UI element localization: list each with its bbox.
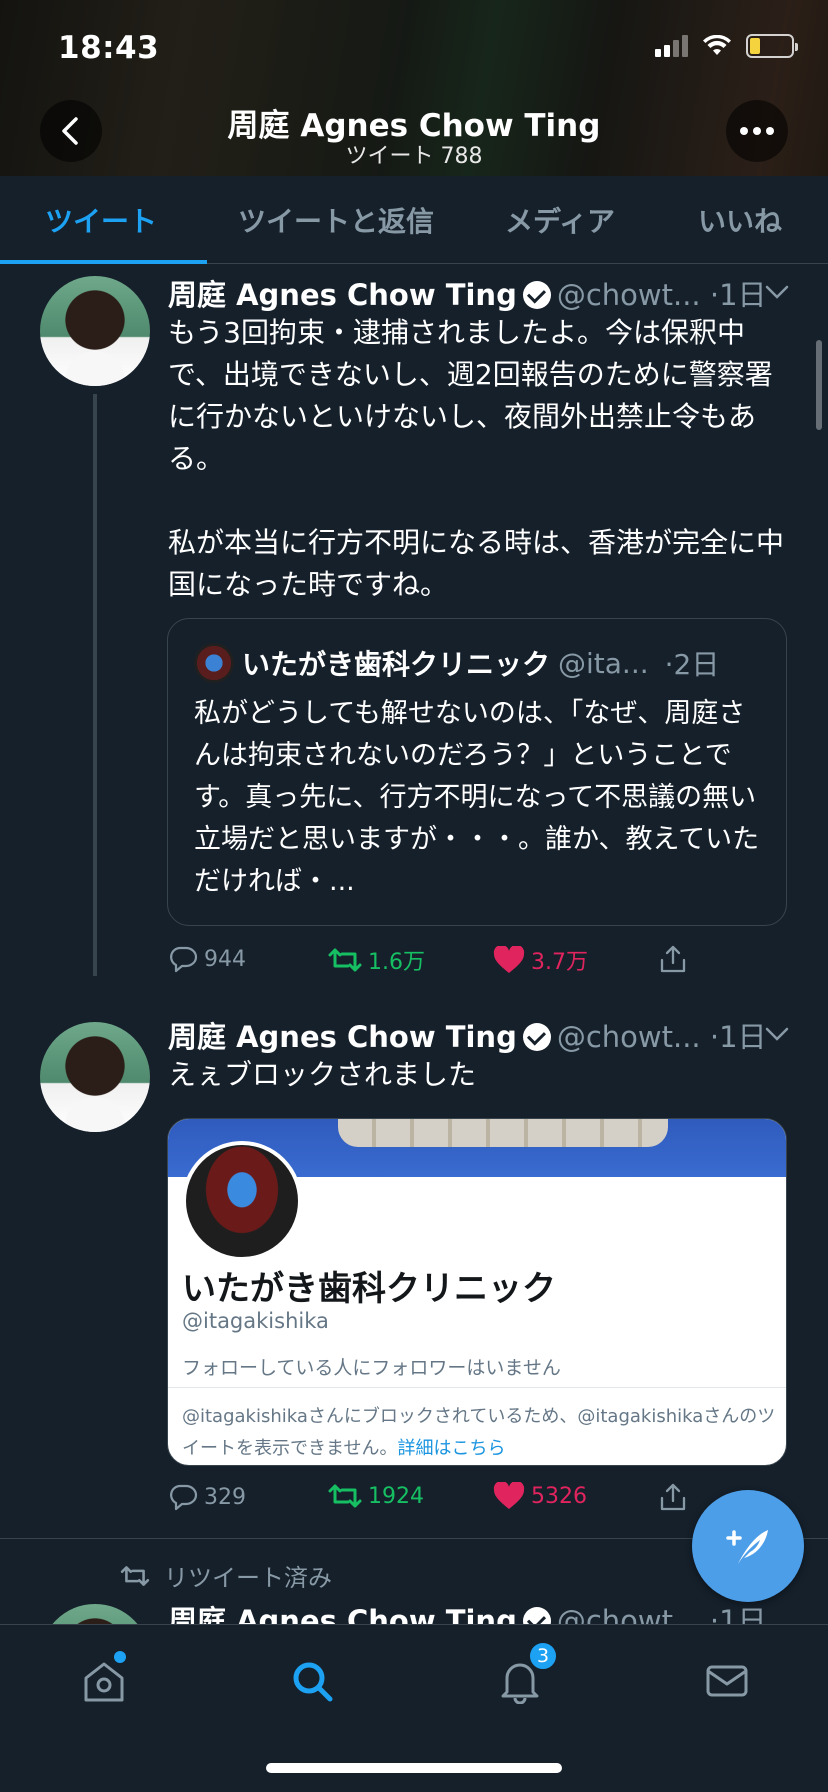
share-icon <box>660 1483 686 1511</box>
profile-header: 18:43 周庭 Agnes Chow Ting ツイート 788 <box>0 0 828 176</box>
wifi-icon <box>703 35 731 55</box>
compose-feather-icon <box>726 1530 768 1564</box>
author-name[interactable]: 周庭 Agnes Chow Ting <box>168 1020 517 1054</box>
card-blocked-text: @itagakishikaさんにブロックされているため、@itagakishik… <box>182 1406 776 1459</box>
tweet-actions: 944 1.6万 3.7万 <box>168 944 768 984</box>
reply-count: 944 <box>204 946 246 972</box>
retweet-button[interactable]: 1.6万 <box>328 944 425 976</box>
tweet-text: えぇブロックされました <box>168 1058 477 1091</box>
card-profile-handle: @itagakishika <box>182 1309 329 1333</box>
verified-icon <box>522 1023 551 1051</box>
avatar[interactable] <box>40 276 150 386</box>
quoted-tweet-time: ·2日 <box>664 648 720 681</box>
active-tab-indicator <box>0 260 207 264</box>
like-button[interactable]: 5326 <box>493 1482 587 1510</box>
home-indicator[interactable] <box>266 1763 562 1773</box>
avatar[interactable] <box>40 1604 150 1624</box>
retweet-icon <box>120 1565 150 1586</box>
tweet[interactable]: 周庭 Agnes Chow Ting @chowt... ·1日 もう3回拘束・逮… <box>0 266 828 986</box>
quoted-author-name: いたがき歯科クリニック <box>242 648 551 681</box>
like-count: 5326 <box>531 1483 587 1509</box>
author-name[interactable]: 周庭 Agnes Chow Ting <box>168 278 517 312</box>
search-icon <box>293 1662 333 1702</box>
status-time: 18:43 <box>58 30 160 66</box>
signal-icon <box>655 35 688 57</box>
chevron-down-icon[interactable] <box>764 1026 790 1042</box>
card-follow-note: フォローしている人にフォロワーはいません <box>182 1357 561 1379</box>
thread-line <box>93 394 97 976</box>
quoted-tweet[interactable]: いたがき歯科クリニック @ita... ·2日 私がどうしても解せないのは、「な… <box>167 618 787 926</box>
tab-tweets[interactable]: ツイート <box>45 200 157 240</box>
nav-search[interactable] <box>282 1651 342 1711</box>
tab-media[interactable]: メディア <box>505 200 615 240</box>
quoted-avatar <box>194 643 234 683</box>
chevron-down-icon[interactable] <box>764 284 790 300</box>
avatar[interactable] <box>40 1022 150 1132</box>
quoted-tweet-text: 私がどうしても解せないのは、「なぜ、周庭さんは拘束されないのだろう？」ということ… <box>194 698 760 897</box>
tweet[interactable]: 周庭 Agnes Chow Ting @chowt... ·1日 <box>0 1594 828 1624</box>
reply-button[interactable]: 329 <box>168 1482 246 1512</box>
tab-likes[interactable]: いいね <box>698 200 782 240</box>
home-icon <box>84 1662 124 1702</box>
tweet-header: 周庭 Agnes Chow Ting @chowt... ·1日 <box>168 272 767 314</box>
tab-tweets-and-replies[interactable]: ツイートと返信 <box>238 200 434 240</box>
tweet-actions: 329 1924 5326 <box>168 1482 768 1522</box>
author-handle[interactable]: @chowt... <box>557 1020 701 1054</box>
tweet-header: 周庭 Agnes Chow Ting @chowt... ·1日 <box>168 1014 767 1056</box>
like-count: 3.7万 <box>531 950 588 975</box>
verified-icon <box>522 281 551 309</box>
share-button[interactable] <box>658 944 688 974</box>
heart-icon <box>493 1482 525 1509</box>
nav-messages[interactable] <box>697 1651 757 1711</box>
nav-notifications[interactable]: 3 <box>490 1641 558 1711</box>
tweet-time: ·1日 <box>709 278 767 312</box>
card-avatar <box>182 1141 302 1261</box>
retweet-icon <box>328 1484 362 1508</box>
battery-icon <box>746 34 798 58</box>
bottom-navigation: 3 <box>0 1624 828 1792</box>
retweet-count: 1924 <box>368 1483 424 1509</box>
retweeted-label: リツイート済み <box>164 1564 332 1592</box>
quoted-author-handle: @ita... <box>558 646 649 680</box>
more-dots-icon <box>740 127 774 135</box>
quoted-tweet-header: いたがき歯科クリニック @ita... ·2日 <box>194 643 719 683</box>
notifications-badge: 3 <box>528 1641 558 1671</box>
verified-icon <box>522 1607 551 1624</box>
learn-more-link: 詳細はこちら <box>397 1438 506 1459</box>
card-divider <box>168 1387 786 1388</box>
retweet-button[interactable]: 1924 <box>328 1482 424 1510</box>
profile-tabs: ツイート ツイートと返信 メディア いいね <box>0 176 828 264</box>
tweet-count: ツイート 788 <box>345 144 483 169</box>
reply-icon <box>170 946 198 973</box>
mail-icon <box>706 1665 748 1697</box>
profile-card-image[interactable]: いたがき歯科クリニック @itagakishika フォローしている人にフォロワ… <box>167 1118 787 1466</box>
new-content-dot <box>114 1651 126 1663</box>
nav-home[interactable] <box>74 1651 134 1711</box>
author-handle[interactable]: @chowt... <box>557 278 701 312</box>
author-handle[interactable]: @chowt... <box>557 1604 701 1624</box>
tweet-header: 周庭 Agnes Chow Ting @chowt... ·1日 <box>168 1598 767 1624</box>
reply-icon <box>170 1484 198 1511</box>
scrollbar[interactable] <box>816 340 822 430</box>
retweet-icon <box>328 948 362 972</box>
status-icons <box>655 34 798 58</box>
tweet[interactable]: 周庭 Agnes Chow Ting @chowt... ·1日 えぇブロックされ… <box>0 1014 828 1538</box>
heart-icon <box>493 946 525 973</box>
tweet-time: ·1日 <box>709 1604 767 1624</box>
share-icon <box>660 945 686 973</box>
retweeted-indicator: リツイート済み <box>120 1558 332 1593</box>
reply-button[interactable]: 944 <box>168 944 246 974</box>
tweet-time: ·1日 <box>709 1020 767 1054</box>
share-button[interactable] <box>658 1482 688 1512</box>
like-button[interactable]: 3.7万 <box>493 944 588 976</box>
reply-count: 329 <box>204 1484 246 1510</box>
more-button[interactable] <box>726 100 788 162</box>
compose-tweet-button[interactable] <box>692 1490 804 1602</box>
tweet-text: もう3回拘束・逮捕されましたよ。今は保釈中で、出境できないし、週2回報告のために… <box>168 316 785 601</box>
retweet-count: 1.6万 <box>368 950 425 975</box>
card-profile-name: いたがき歯科クリニック <box>182 1269 556 1309</box>
author-name[interactable]: 周庭 Agnes Chow Ting <box>168 1604 517 1624</box>
